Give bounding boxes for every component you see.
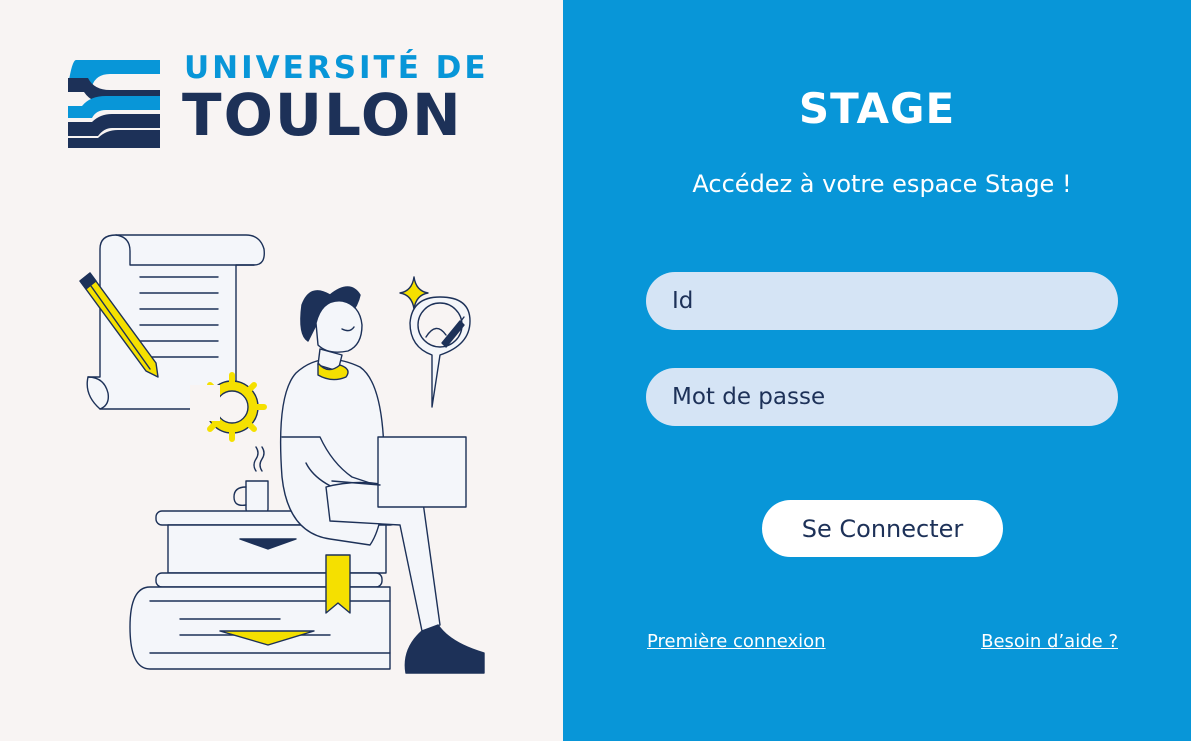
password-input[interactable]: [646, 368, 1118, 426]
help-link[interactable]: Besoin d’aide ?: [981, 631, 1118, 652]
university-logo: UNIVERSITÉ DE TOULON: [66, 50, 506, 154]
logo-waves-icon: [68, 60, 160, 148]
chat-bubble-pen-icon: [409, 296, 471, 408]
left-panel: UNIVERSITÉ DE TOULON: [0, 0, 563, 741]
illustration: [79, 234, 485, 674]
page-title: STAGE: [798, 84, 956, 133]
page-subtitle: Accédez à votre espace Stage !: [692, 170, 1072, 198]
login-button[interactable]: Se Connecter: [762, 500, 1003, 557]
logo-toulon-text: TOULON: [182, 81, 463, 149]
id-input[interactable]: [646, 272, 1118, 330]
coffee-mug-icon: [233, 446, 269, 514]
right-panel: STAGE Accédez à votre espace Stage ! Se …: [563, 0, 1191, 741]
first-login-link[interactable]: Première connexion: [647, 631, 826, 652]
